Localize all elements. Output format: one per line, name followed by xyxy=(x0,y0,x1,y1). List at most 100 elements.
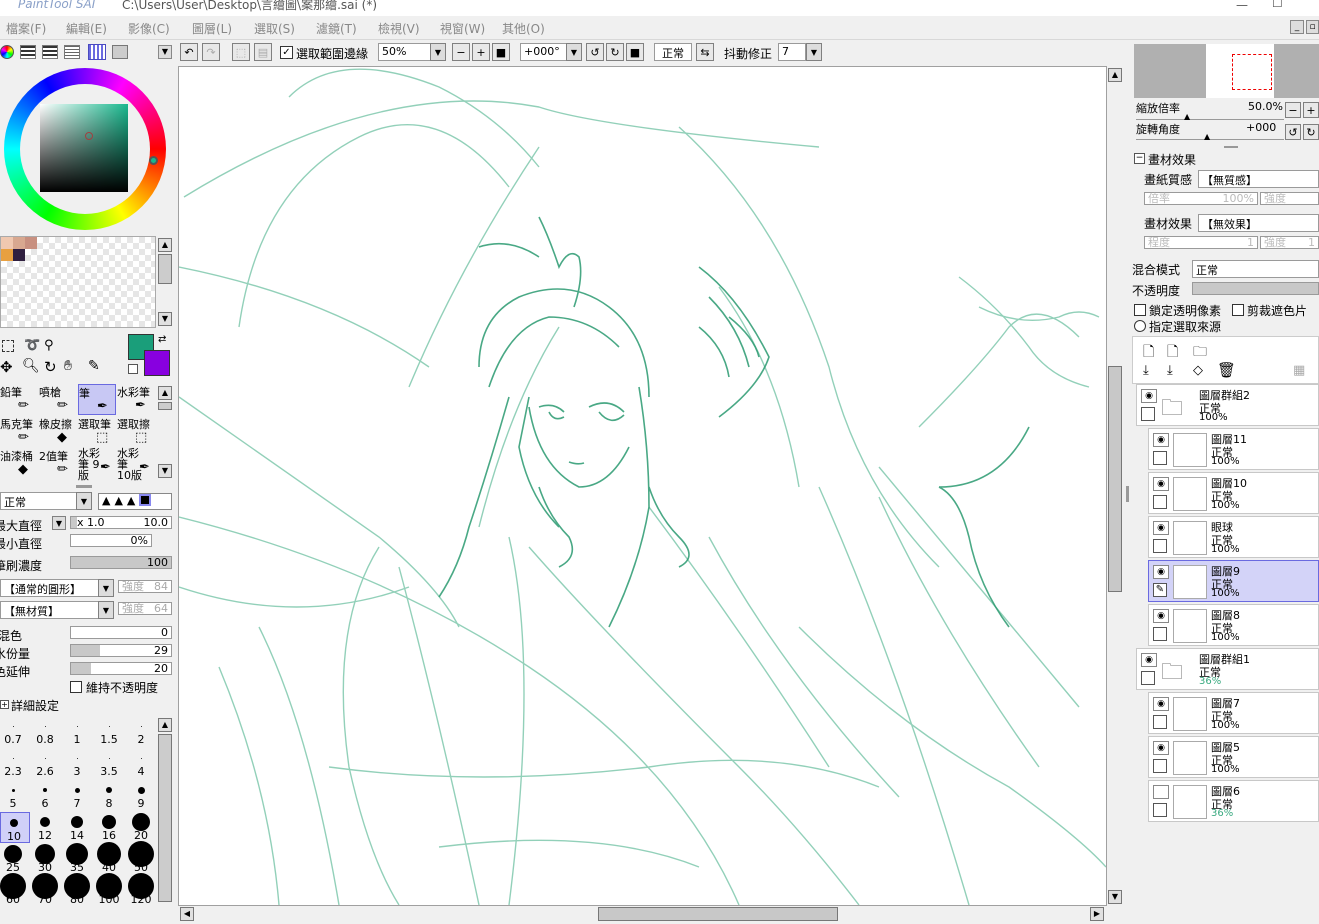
swatch-scroll-up-icon[interactable]: ▲ xyxy=(158,238,172,252)
hscroll-left-icon[interactable]: ◀ xyxy=(180,907,194,921)
nav-zoom-out-icon[interactable]: − xyxy=(1285,102,1301,118)
panel-splitter[interactable] xyxy=(76,485,92,488)
clipping-checkbox[interactable] xyxy=(1232,304,1244,316)
nav-rotate-right-icon[interactable]: ↻ xyxy=(1303,124,1319,140)
panel-menu-dropdown-icon[interactable]: ▼ xyxy=(158,45,172,59)
layer-row[interactable]: ◉ 圖層7 正常 100% xyxy=(1148,692,1319,734)
zoom-dropdown-icon[interactable]: ▼ xyxy=(430,43,446,61)
brush-size-option[interactable]: 120 xyxy=(128,873,158,907)
brush-size-option[interactable]: 30 xyxy=(32,844,62,875)
brush-texture-dropdown-icon[interactable]: ▼ xyxy=(98,601,114,619)
layer-row[interactable]: ◉ ✎ 圖層9 正常 100% xyxy=(1148,560,1319,602)
tool-pencil[interactable]: 鉛筆 ✏︎ xyxy=(0,384,38,415)
zoom-select[interactable]: 50% xyxy=(378,43,432,61)
keep-opacity-checkbox[interactable] xyxy=(70,681,82,693)
paper-texture-select[interactable]: 【無質感】 xyxy=(1198,170,1319,188)
navigator-view-rect[interactable] xyxy=(1232,54,1272,90)
scratchpad-mode-icon[interactable] xyxy=(112,45,128,59)
lasso-icon[interactable]: ➰ xyxy=(24,338,40,353)
redo-icon[interactable]: ↷ xyxy=(202,43,220,61)
brush-size-option[interactable]: 9 xyxy=(128,780,158,811)
layer-select-checkbox[interactable] xyxy=(1153,803,1167,817)
density-slider[interactable]: 100 xyxy=(70,556,172,569)
rotate-tool-icon[interactable]: ↻ xyxy=(44,358,57,376)
visibility-eye-icon[interactable]: ◉ xyxy=(1153,609,1169,623)
eyedropper-icon[interactable]: ✎ xyxy=(88,358,100,374)
brush-size-option[interactable]: 25 xyxy=(0,844,30,875)
tool-marker[interactable]: 馬克筆 ✏︎ xyxy=(0,416,38,447)
vscroll-up-icon[interactable]: ▲ xyxy=(1108,68,1122,82)
brush-size-option[interactable]: 4 xyxy=(128,748,158,779)
swatch-color[interactable] xyxy=(1,237,13,249)
texture-strength-slider[interactable]: 強度 64 xyxy=(118,602,172,615)
mixer-mode-icon[interactable] xyxy=(64,45,80,59)
selection-source-radio[interactable] xyxy=(1134,320,1146,332)
hand-icon[interactable]: ✋︎ xyxy=(64,358,72,374)
brush-shape-selector[interactable]: ▲▲▲ xyxy=(98,493,172,510)
brush-mode-select[interactable]: 正常 xyxy=(0,492,78,510)
merge-selected-icon[interactable]: ⤓ xyxy=(1167,363,1173,378)
brush-size-option[interactable]: 2 xyxy=(128,716,158,747)
antialias-checkbox[interactable]: ✓ xyxy=(280,46,293,59)
swatch-color[interactable] xyxy=(13,237,25,249)
right-splitter[interactable] xyxy=(1126,486,1129,502)
brush-size-option[interactable]: 2.6 xyxy=(32,748,62,779)
hscroll-right-icon[interactable]: ▶ xyxy=(1090,907,1104,921)
merge-down-icon[interactable]: ⤓ xyxy=(1143,363,1149,378)
brush-size-option[interactable]: 80 xyxy=(64,873,94,907)
swap-colors-icon[interactable]: ⇄ xyxy=(158,334,166,345)
swatch-grid[interactable] xyxy=(0,236,156,328)
canvas-vertical-scrollbar[interactable]: ▲ ▼ xyxy=(1107,66,1123,906)
maximize-icon[interactable]: ☐ xyxy=(1272,0,1283,10)
layer-select-checkbox[interactable] xyxy=(1153,715,1167,729)
brush-size-option[interactable]: 5 xyxy=(0,780,30,811)
visibility-eye-icon[interactable]: ◉ xyxy=(1153,741,1169,755)
layer-opacity-slider[interactable] xyxy=(1192,282,1319,295)
texture-collapse-icon[interactable]: − xyxy=(1134,153,1145,164)
layer-row[interactable]: ◉ 圖層11 正常 100% xyxy=(1148,428,1319,470)
size-scroll-up-icon[interactable]: ▲ xyxy=(158,718,172,732)
rotation-select[interactable]: +000° xyxy=(520,43,570,61)
layer-select-checkbox[interactable] xyxy=(1153,539,1167,553)
nav-splitter[interactable] xyxy=(1224,146,1238,148)
stabilizer-select[interactable]: 7 xyxy=(778,43,806,61)
layer-option-icon[interactable]: ▦ xyxy=(1293,363,1305,378)
doc-minimize-icon[interactable]: _ xyxy=(1290,20,1304,34)
menu-select[interactable]: 選取(S) xyxy=(254,20,295,37)
menu-window[interactable]: 視窗(W) xyxy=(440,20,485,37)
secondary-color-swatch[interactable] xyxy=(144,350,170,376)
color-wheel-mode-icon[interactable] xyxy=(0,45,14,59)
canvas-horizontal-scrollbar[interactable]: ◀ ▶ xyxy=(178,906,1107,922)
brush-size-option[interactable]: 100 xyxy=(96,873,126,907)
visibility-eye-icon[interactable]: ◉ xyxy=(1153,521,1169,535)
detail-toggle-icon[interactable]: + xyxy=(0,700,9,709)
layer-row[interactable]: 圖層6 正常 36% xyxy=(1148,780,1319,822)
tool-select-pen[interactable]: 選取筆 ⬚ xyxy=(78,416,116,447)
water-slider[interactable]: 29 xyxy=(70,644,172,657)
invert-selection-icon[interactable]: ▤ xyxy=(254,43,272,61)
layer-select-checkbox[interactable] xyxy=(1153,495,1167,509)
menu-layer[interactable]: 圖層(L) xyxy=(192,20,232,37)
brush-size-option[interactable]: 3.5 xyxy=(96,748,126,779)
swatch-color[interactable] xyxy=(13,249,25,261)
tool-scroll-up-icon[interactable]: ▲ xyxy=(158,386,172,400)
brush-size-option[interactable]: 35 xyxy=(64,843,94,875)
rotate-right-icon[interactable]: ↻ xyxy=(606,43,624,61)
menu-edit[interactable]: 編輯(E) xyxy=(66,20,107,37)
tool-bucket[interactable]: 油漆桶 ◆ xyxy=(0,448,38,479)
move-icon[interactable]: ✥ xyxy=(0,358,13,376)
brush-mode-dropdown-icon[interactable]: ▼ xyxy=(76,492,92,510)
persist-slider[interactable]: 20 xyxy=(70,662,172,675)
rect-select-icon[interactable] xyxy=(2,340,14,352)
hsv-slider-mode-icon[interactable] xyxy=(42,45,58,59)
layer-group-row[interactable]: ◉ 🗀 圖層群組1 正常 36% xyxy=(1136,648,1319,690)
zoom-in-icon[interactable]: + xyxy=(472,43,490,61)
visibility-eye-icon[interactable]: ◉ xyxy=(1153,565,1169,579)
deselect-icon[interactable]: ⬚ xyxy=(232,43,250,61)
doc-restore-icon[interactable]: ▫ xyxy=(1306,20,1319,34)
brush-size-option[interactable]: 10 xyxy=(0,812,30,843)
zoom-out-icon[interactable]: − xyxy=(452,43,470,61)
new-layer-icon[interactable]: 🗋 xyxy=(1143,341,1154,365)
swatch-scroll-thumb[interactable] xyxy=(158,254,172,284)
max-size-slider[interactable]: x 1.0 10.0 xyxy=(70,516,172,529)
